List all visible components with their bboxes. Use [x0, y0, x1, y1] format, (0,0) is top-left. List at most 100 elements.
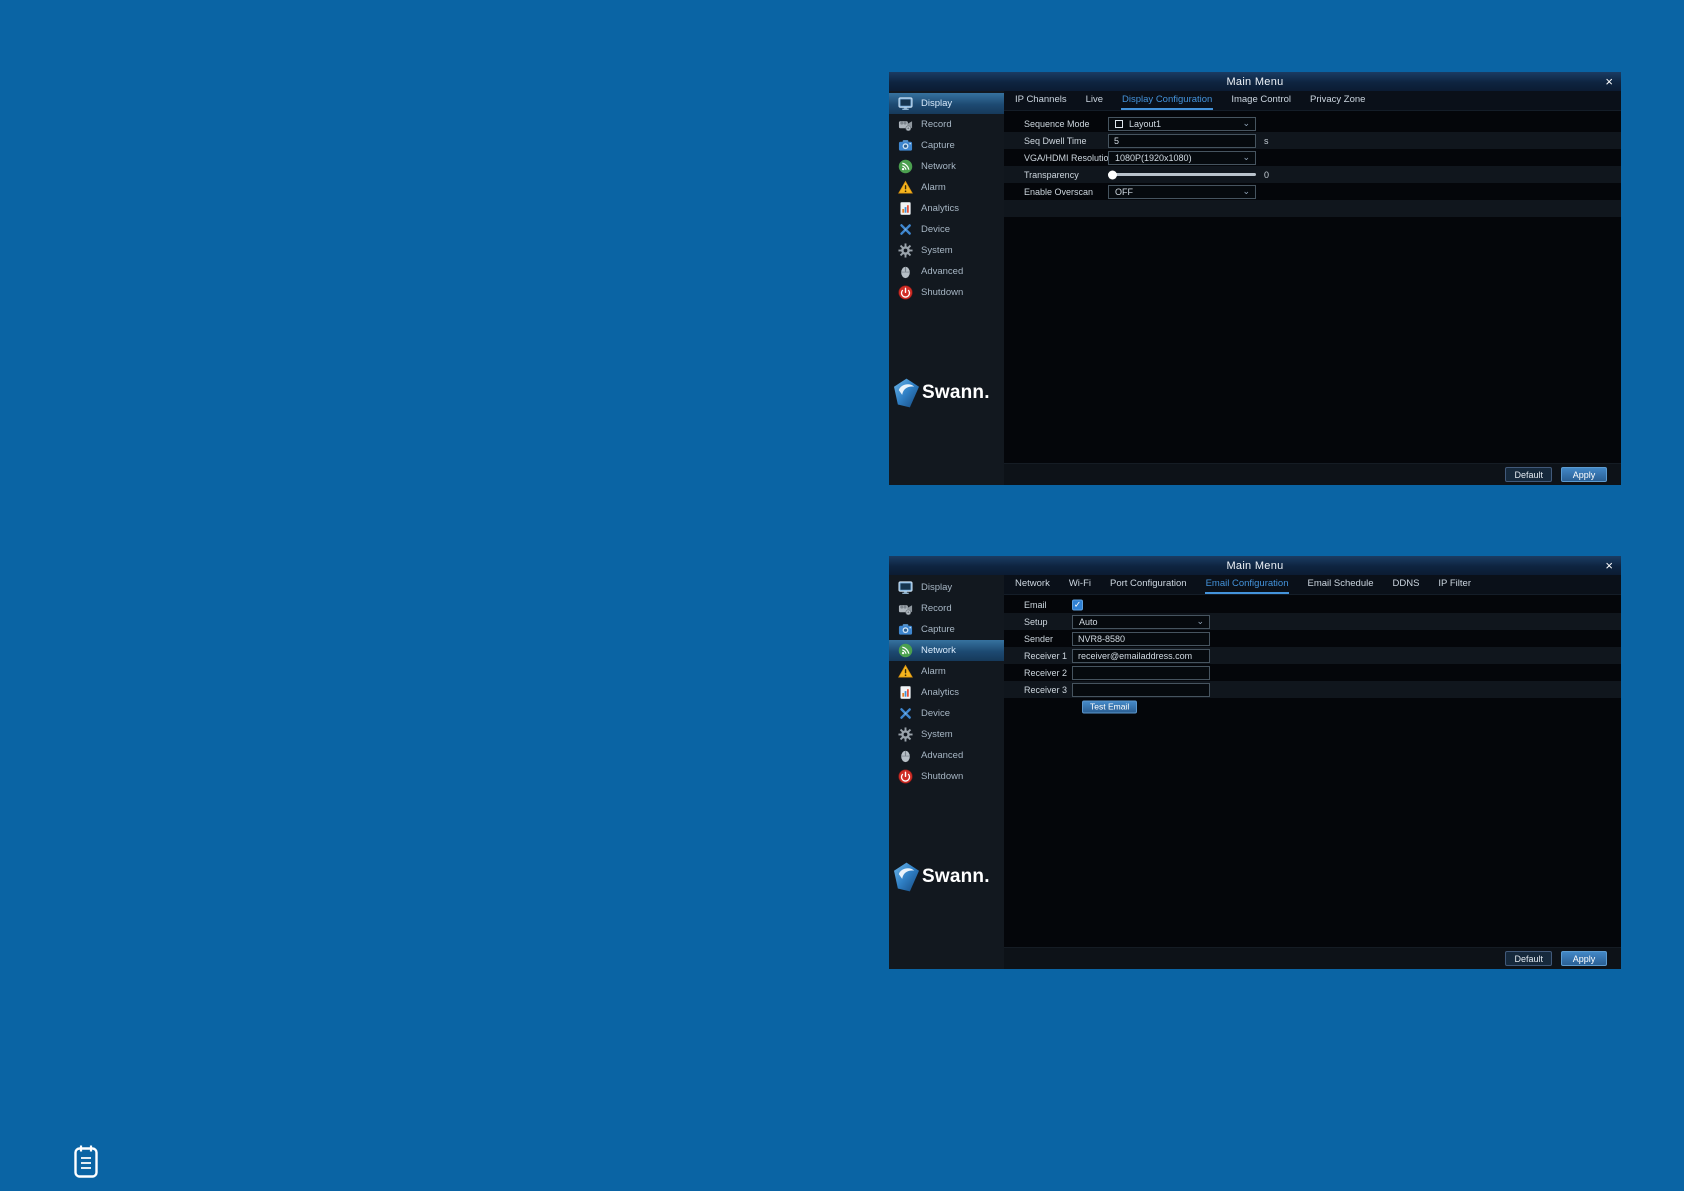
enable-overscan-row: Enable Overscan OFF ⌄: [1004, 183, 1621, 200]
check-icon: ✓: [1074, 600, 1082, 609]
tab-ddns[interactable]: DDNS: [1392, 575, 1421, 594]
resolution-dropdown[interactable]: 1080P(1920x1080) ⌄: [1108, 151, 1256, 165]
email-checkbox[interactable]: ✓: [1072, 599, 1083, 610]
manual-page: { "page": { "background_color": "#0a64a4…: [0, 0, 1684, 1191]
swann-logo-text: Swann.: [922, 866, 990, 888]
slider-track[interactable]: [1108, 173, 1256, 176]
sidebar-item-system[interactable]: System: [889, 240, 1004, 261]
sidebar-item-display[interactable]: Display: [889, 577, 1004, 598]
footer-bar: Default Apply: [1004, 947, 1621, 969]
advanced-icon: [898, 264, 913, 279]
resolution-value: 1080P(1920x1080): [1109, 153, 1192, 163]
sidebar-item-label: Analytics: [921, 203, 959, 214]
slider-thumb[interactable]: [1108, 170, 1117, 179]
sidebar-item-capture[interactable]: Capture: [889, 619, 1004, 640]
apply-button[interactable]: Apply: [1561, 951, 1607, 966]
content-area: Network Wi-Fi Port Configuration Email C…: [1004, 575, 1621, 969]
chevron-down-icon: ⌄: [1242, 152, 1250, 164]
sender-row: Sender: [1004, 630, 1621, 647]
swann-logo: Swann.: [894, 378, 990, 408]
test-email-row: Test Email: [1004, 698, 1621, 715]
setup-dropdown[interactable]: Auto ⌄: [1072, 615, 1210, 629]
tab-ip-filter[interactable]: IP Filter: [1437, 575, 1472, 594]
network-icon: [898, 643, 913, 658]
apply-button[interactable]: Apply: [1561, 467, 1607, 482]
record-icon: [898, 117, 913, 132]
tab-email-configuration[interactable]: Email Configuration: [1205, 575, 1290, 594]
window-titlebar: Main Menu ×: [889, 72, 1621, 91]
receiver3-input[interactable]: [1072, 683, 1210, 697]
sidebar-item-alarm[interactable]: Alarm: [889, 177, 1004, 198]
sidebar-item-advanced[interactable]: Advanced: [889, 745, 1004, 766]
enable-overscan-dropdown[interactable]: OFF ⌄: [1108, 185, 1256, 199]
sidebar: Display Record Capture Network Alarm: [889, 91, 1004, 485]
close-icon[interactable]: ×: [1605, 556, 1613, 575]
test-email-button[interactable]: Test Email: [1082, 700, 1137, 713]
sidebar-item-record[interactable]: Record: [889, 598, 1004, 619]
tab-ip-channels[interactable]: IP Channels: [1014, 91, 1068, 110]
receiver1-input[interactable]: [1072, 649, 1210, 663]
receiver2-row: Receiver 2: [1004, 664, 1621, 681]
sidebar-item-label: Display: [921, 582, 952, 593]
sidebar-item-label: Capture: [921, 624, 955, 635]
sidebar-item-device[interactable]: Device: [889, 703, 1004, 724]
tab-display-configuration[interactable]: Display Configuration: [1121, 91, 1213, 110]
sidebar-item-label: Shutdown: [921, 771, 963, 782]
sidebar-item-analytics[interactable]: Analytics: [889, 682, 1004, 703]
sender-input[interactable]: [1072, 632, 1210, 646]
seq-dwell-time-label: Seq Dwell Time: [1024, 136, 1087, 146]
sidebar-item-capture[interactable]: Capture: [889, 135, 1004, 156]
close-icon[interactable]: ×: [1605, 72, 1613, 91]
tab-bar: IP Channels Live Display Configuration I…: [1004, 91, 1621, 111]
system-icon: [898, 243, 913, 258]
setup-label: Setup: [1024, 617, 1048, 627]
sidebar-item-label: Alarm: [921, 666, 946, 677]
sequence-mode-value: Layout1: [1123, 119, 1161, 129]
sidebar-item-label: System: [921, 729, 953, 740]
resolution-row: VGA/HDMI Resolution 1080P(1920x1080) ⌄: [1004, 149, 1621, 166]
system-icon: [898, 727, 913, 742]
tab-wifi[interactable]: Wi-Fi: [1068, 575, 1092, 594]
main-menu-window-network: Main Menu × Display Record Capture: [889, 556, 1621, 969]
sidebar-item-shutdown[interactable]: Shutdown: [889, 766, 1004, 787]
tab-privacy-zone[interactable]: Privacy Zone: [1309, 91, 1366, 110]
sidebar-item-label: Network: [921, 161, 956, 172]
sequence-mode-dropdown[interactable]: Layout1 ⌄: [1108, 117, 1256, 131]
default-button[interactable]: Default: [1505, 951, 1552, 966]
sidebar-item-advanced[interactable]: Advanced: [889, 261, 1004, 282]
transparency-slider[interactable]: [1108, 168, 1256, 182]
alarm-icon: [898, 180, 913, 195]
tab-port-configuration[interactable]: Port Configuration: [1109, 575, 1188, 594]
sidebar-item-shutdown[interactable]: Shutdown: [889, 282, 1004, 303]
transparency-row: Transparency 0: [1004, 166, 1621, 183]
sidebar-item-alarm[interactable]: Alarm: [889, 661, 1004, 682]
advanced-icon: [898, 748, 913, 763]
window-title: Main Menu: [1226, 560, 1283, 572]
setup-value: Auto: [1073, 617, 1098, 627]
seq-dwell-time-row: Seq Dwell Time s: [1004, 132, 1621, 149]
sidebar-item-device[interactable]: Device: [889, 219, 1004, 240]
tab-network[interactable]: Network: [1014, 575, 1051, 594]
sidebar-item-network[interactable]: Network: [889, 640, 1004, 661]
sidebar-item-label: Analytics: [921, 687, 959, 698]
tab-email-schedule[interactable]: Email Schedule: [1306, 575, 1374, 594]
chevron-down-icon: ⌄: [1242, 186, 1250, 198]
email-label: Email: [1024, 600, 1047, 610]
sidebar-item-label: Capture: [921, 140, 955, 151]
sidebar-item-analytics[interactable]: Analytics: [889, 198, 1004, 219]
sidebar-item-display[interactable]: Display: [889, 93, 1004, 114]
seq-dwell-time-input[interactable]: [1108, 134, 1256, 148]
sidebar-item-record[interactable]: Record: [889, 114, 1004, 135]
display-icon: [898, 580, 913, 595]
chevron-down-icon: ⌄: [1242, 118, 1250, 130]
receiver2-input[interactable]: [1072, 666, 1210, 680]
sidebar-item-system[interactable]: System: [889, 724, 1004, 745]
tab-image-control[interactable]: Image Control: [1230, 91, 1292, 110]
window-titlebar: Main Menu ×: [889, 556, 1621, 575]
capture-icon: [898, 138, 913, 153]
default-button[interactable]: Default: [1505, 467, 1552, 482]
network-icon: [898, 159, 913, 174]
sidebar-item-network[interactable]: Network: [889, 156, 1004, 177]
swann-logo-text: Swann.: [922, 382, 990, 404]
tab-live[interactable]: Live: [1085, 91, 1104, 110]
